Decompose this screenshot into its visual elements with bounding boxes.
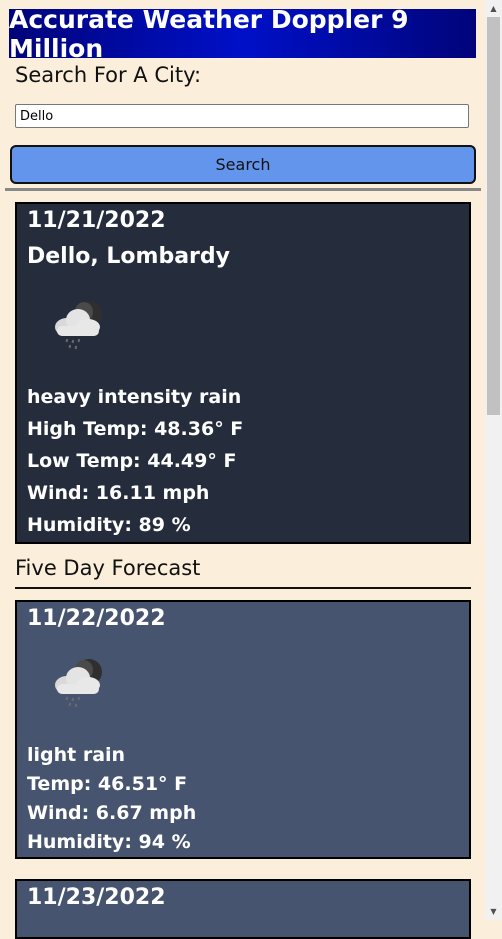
current-weather-card: 11/21/2022 Dello, Lombardy heavy intensi… bbox=[15, 202, 471, 544]
scroll-up-arrow-icon[interactable]: ▲ bbox=[485, 0, 502, 17]
rain-cloud-moon-icon bbox=[55, 659, 102, 708]
forecast-date: 11/23/2022 bbox=[27, 885, 166, 910]
forecast-date: 11/22/2022 bbox=[27, 606, 166, 631]
current-high-temp: High Temp: 48.36° F bbox=[27, 418, 244, 440]
forecast-humidity: Humidity: 94 % bbox=[27, 831, 191, 853]
current-humidity: Humidity: 89 % bbox=[27, 514, 191, 536]
scrollbar-thumb[interactable] bbox=[487, 17, 500, 415]
app-title: Accurate Weather Doppler 9 Million bbox=[9, 4, 409, 63]
current-low-temp: Low Temp: 44.49° F bbox=[27, 450, 237, 472]
forecast-description: light rain bbox=[27, 744, 126, 766]
app-header: Accurate Weather Doppler 9 Million bbox=[9, 5, 476, 63]
forecast-heading-rule bbox=[15, 587, 471, 589]
search-button[interactable]: Search bbox=[10, 145, 476, 184]
rain-cloud-moon-icon bbox=[55, 301, 102, 350]
current-city: Dello, Lombardy bbox=[27, 244, 230, 269]
city-search-input[interactable] bbox=[15, 104, 469, 128]
forecast-temp: Temp: 46.51° F bbox=[27, 773, 188, 795]
current-description: heavy intensity rain bbox=[27, 386, 242, 408]
search-label: Search For A City: bbox=[15, 63, 202, 87]
section-divider bbox=[5, 188, 481, 191]
forecast-card: 11/23/2022 bbox=[15, 879, 471, 939]
forecast-card: 11/22/2022 light rain Temp: 46.51° F Win… bbox=[15, 600, 471, 859]
forecast-heading: Five Day Forecast bbox=[15, 556, 201, 580]
current-wind: Wind: 16.11 mph bbox=[27, 482, 210, 504]
scroll-down-arrow-icon[interactable]: ▼ bbox=[485, 903, 502, 920]
current-date: 11/21/2022 bbox=[27, 208, 166, 233]
vertical-scrollbar[interactable]: ▲ ▼ bbox=[485, 0, 502, 920]
forecast-wind: Wind: 6.67 mph bbox=[27, 802, 197, 824]
